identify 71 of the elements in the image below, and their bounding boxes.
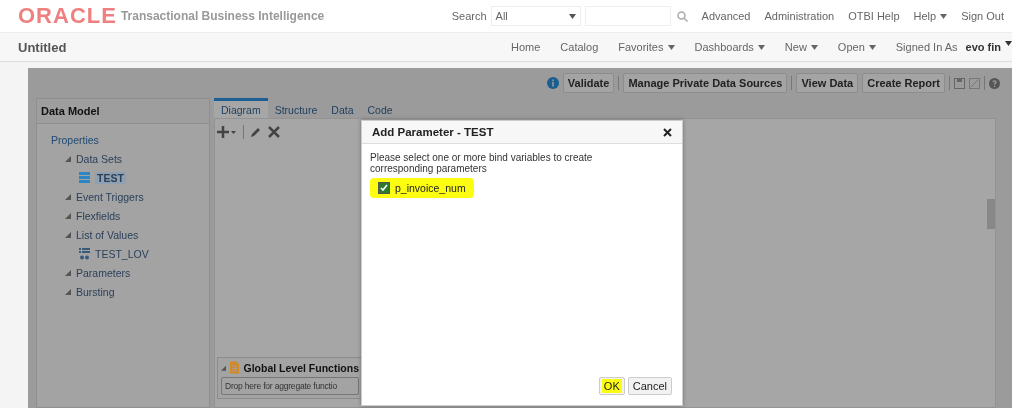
expand-triangle-icon[interactable]	[65, 269, 71, 276]
search-icon[interactable]	[676, 10, 688, 22]
expand-triangle-icon[interactable]	[65, 288, 71, 295]
menu-link[interactable]: Favorites	[618, 41, 675, 53]
menu-link[interactable]: Dashboards	[694, 41, 765, 53]
expand-triangle-icon[interactable]	[65, 212, 71, 219]
page-title: Untitled	[18, 39, 67, 55]
help-icon[interactable]	[989, 77, 1000, 89]
tree-item[interactable]: TEST	[95, 171, 126, 184]
tree-item[interactable]: Data Sets	[76, 152, 123, 165]
tree-item[interactable]: List of Values	[76, 228, 139, 241]
parameter-option[interactable]: p_invoice_num	[370, 178, 474, 198]
tab[interactable]: Diagram	[214, 98, 268, 118]
list-icon	[79, 247, 90, 260]
caret-icon	[940, 13, 948, 19]
search-scope-dropdown[interactable]: All	[490, 6, 581, 26]
oracle-logo: ORACLE	[18, 3, 117, 29]
tree-item[interactable]: Bursting	[76, 285, 115, 298]
delete-icon[interactable]	[268, 126, 280, 138]
tab[interactable]: Code	[360, 98, 400, 118]
header-link[interactable]: Advanced	[701, 10, 751, 22]
expand-triangle-icon[interactable]	[221, 364, 227, 371]
tree-item[interactable]: Event Triggers	[76, 190, 144, 203]
tree-item[interactable]: TEST_LOV	[95, 247, 149, 260]
save-icon[interactable]	[954, 77, 965, 89]
save-as-icon[interactable]	[969, 77, 980, 89]
tree-item[interactable]: Parameters	[76, 266, 131, 279]
scrollbar[interactable]	[987, 199, 995, 229]
toolbar-button[interactable]: View Data	[796, 73, 859, 93]
drop-zone[interactable]: Drop here for aggregate functio	[221, 377, 359, 395]
expand-triangle-icon[interactable]	[65, 231, 71, 238]
signed-in-label: Signed In As	[895, 41, 958, 53]
properties-link[interactable]: Properties	[51, 133, 99, 146]
caret-icon	[667, 44, 675, 50]
product-name: Transactional Business Intelligence	[120, 9, 325, 23]
caret-icon	[757, 44, 765, 50]
caret-icon	[1005, 41, 1012, 46]
panel-title: Global Level Functions	[243, 361, 359, 374]
database-icon	[79, 172, 90, 183]
header-link[interactable]: Sign Out	[961, 10, 1004, 22]
expand-triangle-icon[interactable]	[65, 155, 71, 162]
toolbar-button[interactable]: Validate	[562, 73, 615, 93]
search-label: Search	[451, 10, 487, 22]
tab[interactable]: Structure	[267, 98, 325, 118]
dialog-title: Add Parameter - TEST	[372, 126, 494, 138]
panel-title: Data Model	[41, 105, 100, 117]
caret-icon	[810, 44, 818, 50]
nav-link[interactable]: Catalog	[560, 41, 599, 53]
header-link[interactable]: OTBI Help	[848, 10, 900, 22]
checkbox[interactable]	[378, 182, 390, 194]
caret-icon	[568, 13, 576, 19]
tree-item[interactable]: Flexfields	[76, 209, 121, 222]
pencil-icon[interactable]	[250, 126, 262, 138]
document-icon	[230, 361, 240, 374]
add-icon[interactable]	[217, 126, 237, 138]
tab[interactable]: Data	[324, 98, 361, 118]
dialog-message: Please select one or more bind variables to create corresponding parameters	[370, 152, 594, 174]
nav-link[interactable]: Home	[511, 41, 541, 53]
header-link[interactable]: Administration	[764, 10, 835, 22]
menu-link[interactable]: Open	[837, 41, 876, 53]
expand-triangle-icon[interactable]	[65, 193, 71, 200]
caret-icon	[868, 44, 876, 50]
info-icon	[546, 77, 559, 89]
menu-link[interactable]: New	[784, 41, 818, 53]
dialog-button[interactable]: Cancel	[627, 377, 672, 395]
dialog-button[interactable]: OK	[598, 377, 625, 395]
menu-link[interactable]: Help	[913, 10, 948, 22]
user-menu[interactable]: evo fin	[965, 41, 1012, 53]
toolbar-button[interactable]: Create Report	[862, 73, 945, 93]
toolbar-button[interactable]: Manage Private Data Sources	[623, 73, 788, 93]
parameter-label: p_invoice_num	[395, 182, 466, 194]
